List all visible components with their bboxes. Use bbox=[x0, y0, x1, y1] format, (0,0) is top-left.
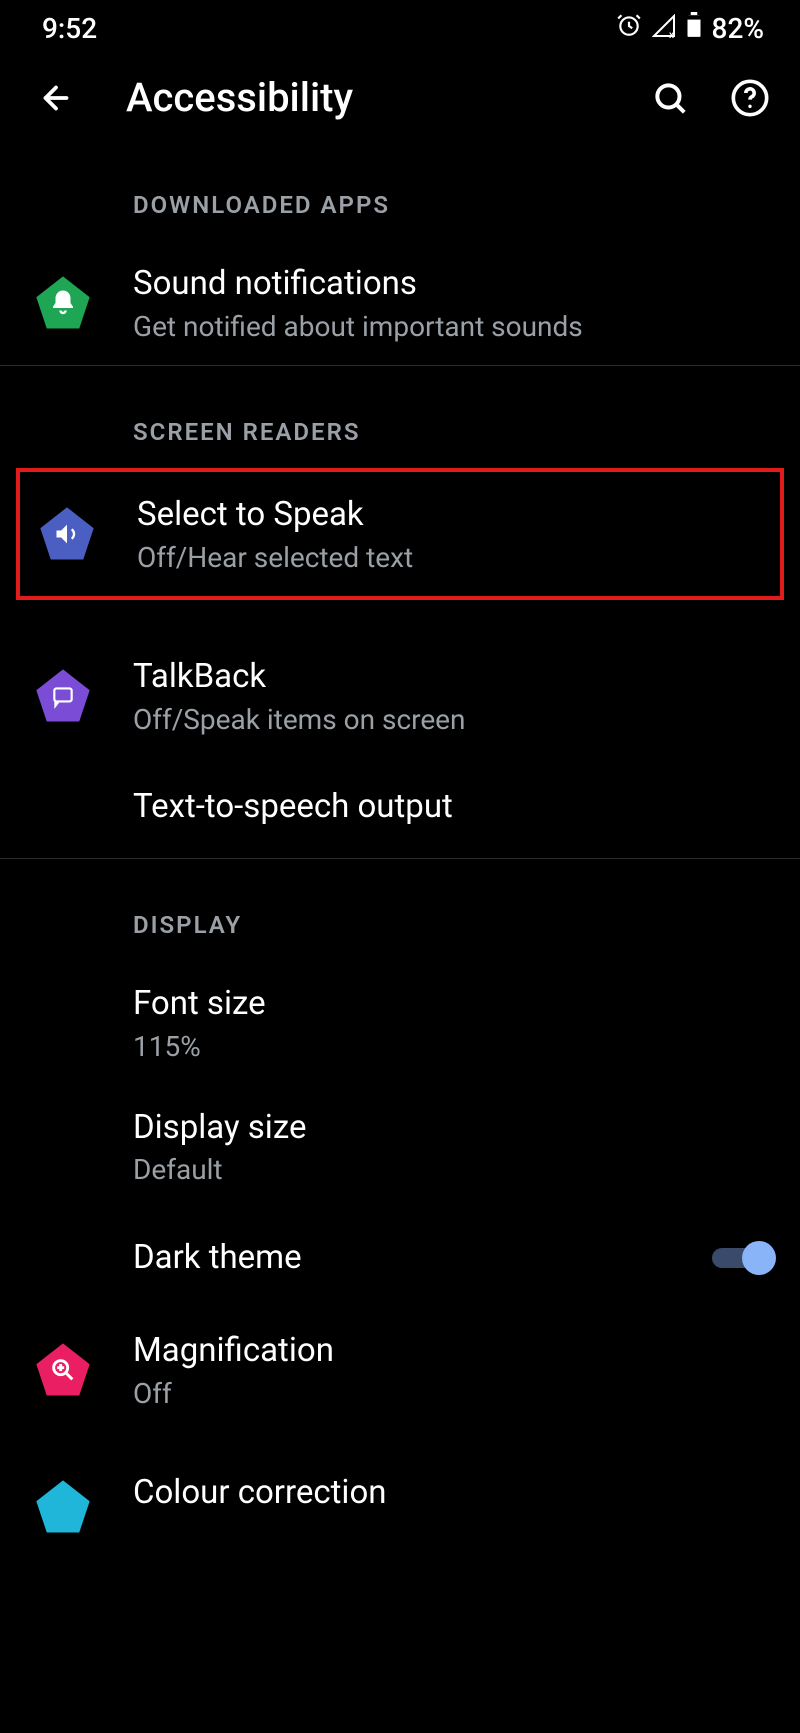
item-sub: Off/Speak items on screen bbox=[133, 703, 750, 736]
highlight-select-to-speak: Select to Speak Off/Hear selected text bbox=[16, 468, 784, 600]
colour-correction-icon bbox=[34, 1478, 92, 1536]
item-font-size[interactable]: Font size 115% bbox=[0, 961, 800, 1085]
section-header-readers: Screen readers bbox=[0, 366, 800, 468]
sound-notifications-icon bbox=[34, 274, 92, 332]
magnification-icon bbox=[34, 1341, 92, 1399]
item-sub: Off/Hear selected text bbox=[137, 541, 746, 574]
item-title: Select to Speak bbox=[137, 494, 746, 537]
item-title: TalkBack bbox=[133, 656, 750, 699]
status-right: x 82% bbox=[616, 12, 764, 45]
status-bar: 9:52 x 82% bbox=[0, 0, 800, 56]
help-button[interactable] bbox=[728, 76, 772, 120]
alarm-icon bbox=[616, 12, 642, 45]
item-title: Display size bbox=[133, 1107, 750, 1150]
item-title: Magnification bbox=[133, 1330, 750, 1373]
back-button[interactable] bbox=[34, 76, 78, 120]
item-select-to-speak[interactable]: Select to Speak Off/Hear selected text bbox=[20, 472, 780, 596]
battery-icon bbox=[686, 12, 702, 45]
dark-theme-toggle[interactable] bbox=[712, 1241, 770, 1275]
item-sub: Default bbox=[133, 1153, 750, 1186]
battery-percent: 82% bbox=[712, 12, 764, 45]
item-sub: Get notified about important sounds bbox=[133, 310, 750, 343]
item-magnification[interactable]: Magnification Off bbox=[0, 1308, 800, 1432]
status-time: 9:52 bbox=[42, 12, 97, 45]
item-sub: 115% bbox=[133, 1030, 750, 1063]
item-title: Text-to-speech output bbox=[133, 786, 750, 829]
item-talkback[interactable]: TalkBack Off/Speak items on screen bbox=[0, 634, 800, 758]
item-title: Font size bbox=[133, 983, 750, 1026]
section-header-display: Display bbox=[0, 859, 800, 961]
colour-correction-label: Colour correction bbox=[133, 1473, 387, 1512]
talkback-icon bbox=[34, 667, 92, 725]
item-dark-theme[interactable]: Dark theme bbox=[0, 1208, 800, 1308]
item-sound-notifications[interactable]: Sound notifications Get notified about i… bbox=[0, 241, 800, 365]
signal-icon: x bbox=[652, 12, 676, 45]
page-title: Accessibility bbox=[126, 74, 600, 121]
search-button[interactable] bbox=[648, 76, 692, 120]
item-tts[interactable]: Text-to-speech output bbox=[0, 758, 800, 858]
item-colour-correction[interactable]: Colour correction bbox=[0, 1432, 800, 1532]
item-sub: Off bbox=[133, 1377, 750, 1410]
item-title: Dark theme bbox=[133, 1237, 692, 1280]
app-bar: Accessibility bbox=[0, 56, 800, 139]
item-title: Sound notifications bbox=[133, 263, 750, 306]
svg-text:x: x bbox=[669, 30, 674, 38]
section-header-downloaded: Downloaded apps bbox=[0, 139, 800, 241]
item-display-size[interactable]: Display size Default bbox=[0, 1085, 800, 1209]
select-to-speak-icon bbox=[38, 505, 96, 563]
item-title: Colour correction bbox=[133, 1472, 750, 1515]
